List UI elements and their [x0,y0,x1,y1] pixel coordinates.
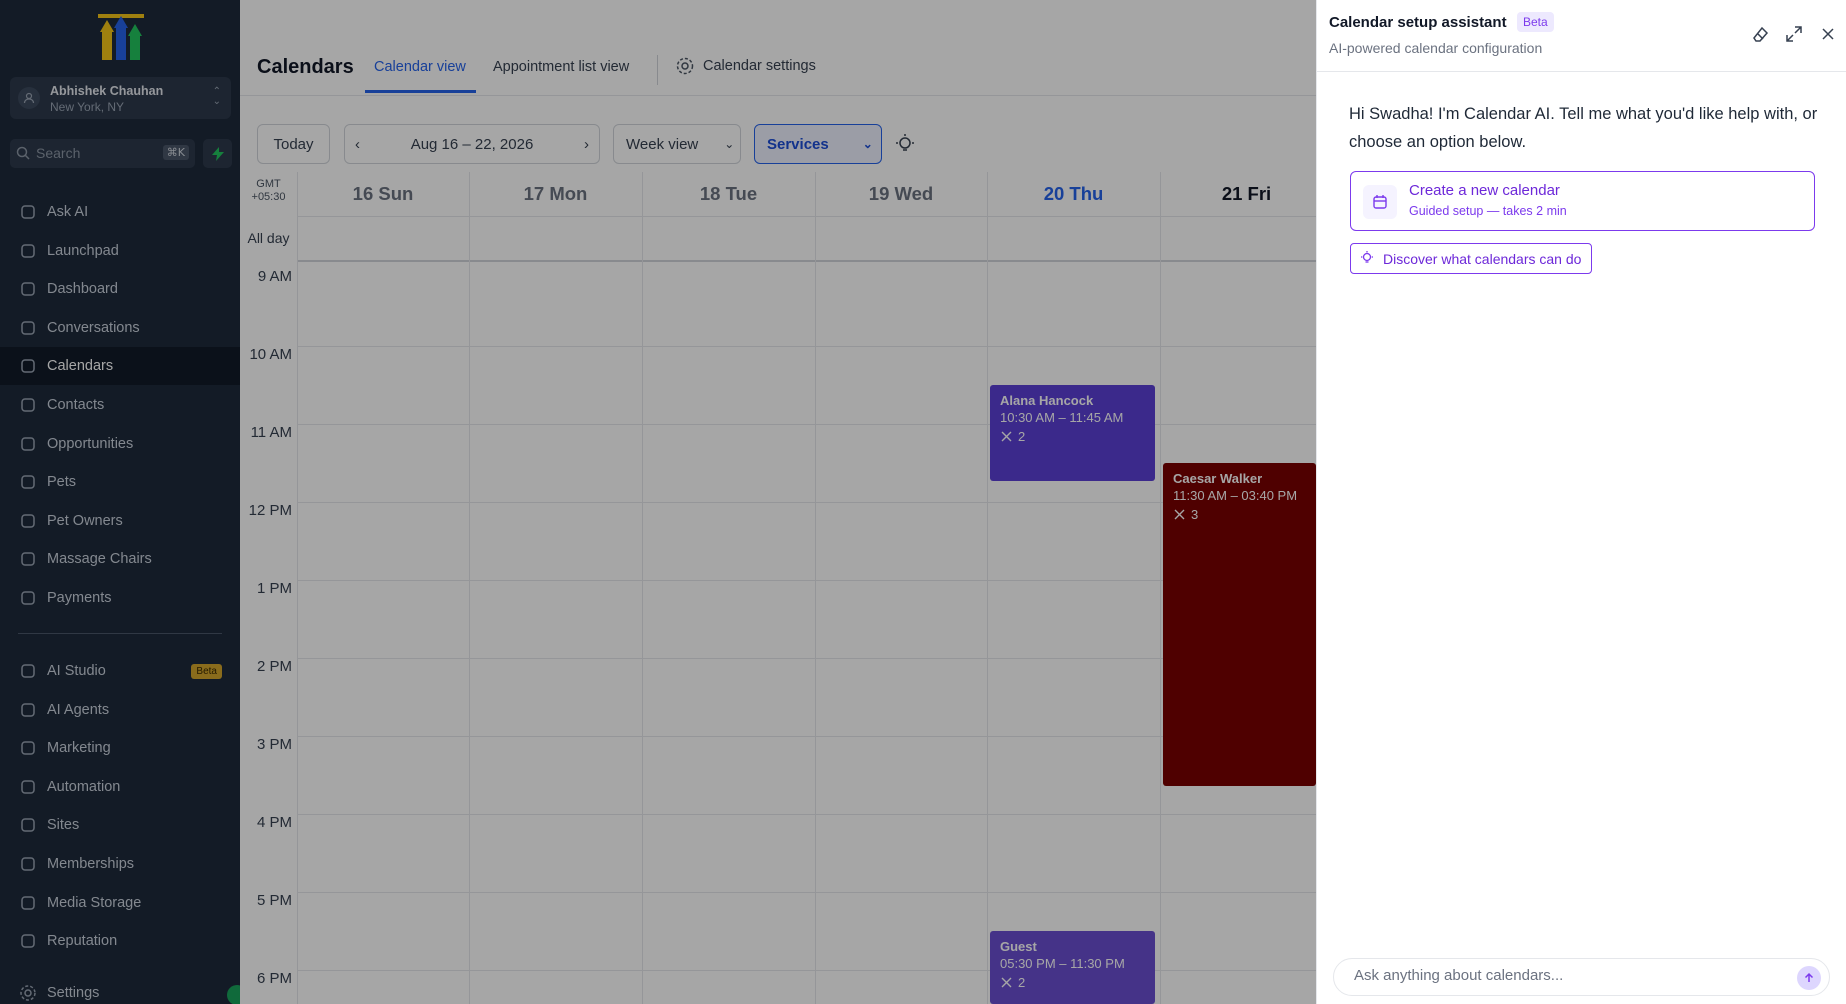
create-calendar-subtitle: Guided setup — takes 2 min [1409,204,1567,218]
close-icon[interactable] [1818,24,1838,44]
panel-header-divider [1317,71,1846,72]
assistant-greeting: Hi Swadha! I'm Calendar AI. Tell me what… [1349,105,1818,151]
discover-calendars-button[interactable]: Discover what calendars can do [1350,243,1593,274]
modal-backdrop[interactable] [0,0,1316,1004]
lightbulb-icon [1361,251,1373,263]
panel-subtitle: AI-powered calendar configuration [1329,40,1543,56]
beta-badge: Beta [1517,12,1554,32]
ask-input-box [1333,958,1830,996]
calendar-icon [1363,185,1397,219]
create-calendar-title: Create a new calendar [1409,182,1560,199]
panel-actions [1750,24,1838,44]
panel-title: Calendar setup assistant [1329,14,1507,31]
calendar-assistant-panel: Calendar setup assistant Beta AI-powered… [1316,0,1846,1004]
discover-calendars-label: Discover what calendars can do [1383,250,1582,267]
arrow-up-icon [1804,972,1814,982]
ask-input[interactable] [1354,967,1774,984]
create-calendar-option[interactable]: Create a new calendar Guided setup — tak… [1350,171,1815,231]
eraser-icon[interactable] [1750,24,1770,44]
expand-icon[interactable] [1784,24,1804,44]
send-button[interactable] [1797,966,1821,990]
